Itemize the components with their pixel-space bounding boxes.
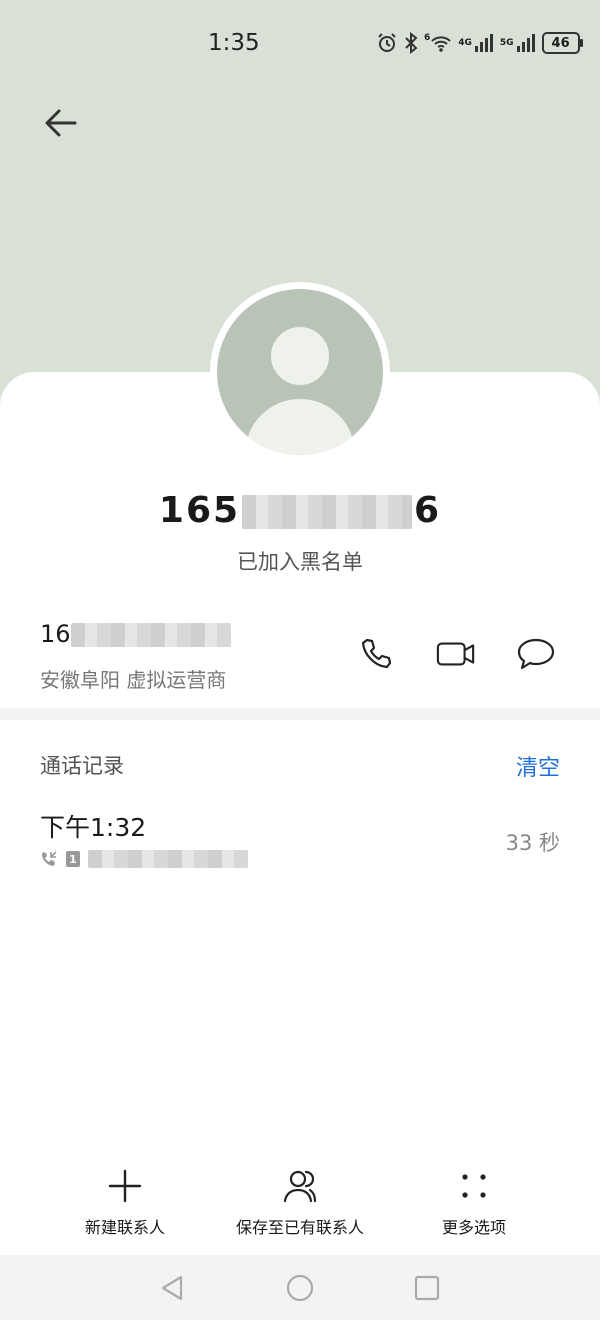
sim-badge: 1 <box>66 851 80 867</box>
phone-number-prefix: 16 <box>40 620 71 648</box>
bluetooth-icon <box>405 32 418 54</box>
clear-log-button[interactable]: 清空 <box>516 750 560 782</box>
call-log-entry-time: 下午1:32 <box>40 813 147 842</box>
wifi-group: 6 <box>424 33 452 53</box>
call-button[interactable] <box>356 634 396 674</box>
number-location: 安徽阜阳 虚拟运营商 <box>40 668 227 692</box>
person-icon <box>283 1170 317 1203</box>
call-log-entry-meta: 1 <box>40 850 248 868</box>
contact-name: 165 6 <box>0 490 600 531</box>
alarm-icon <box>378 33 396 52</box>
signal-icon <box>474 34 493 52</box>
back-button[interactable] <box>38 100 84 146</box>
more-options-button[interactable]: 更多选项 <box>424 1168 524 1238</box>
nav-back-button[interactable] <box>155 1271 189 1305</box>
blocked-status: 已加入黑名单 <box>237 550 363 574</box>
back-arrow-icon <box>45 109 77 137</box>
battery-indicator: 46 <box>541 32 583 54</box>
phone-number-row[interactable]: 16 安徽阜阳 虚拟运营商 <box>40 620 231 693</box>
call-log-title: 通话记录 <box>40 754 124 778</box>
contact-name-suffix: 6 <box>414 490 442 531</box>
signal-icon-2 <box>516 34 535 52</box>
status-bar: 1:35 6 4G 5G 46 <box>0 0 600 88</box>
call-duration: 33 秒 <box>505 831 560 855</box>
phone-number: 16 <box>40 620 231 648</box>
message-icon <box>517 638 555 670</box>
contact-actions <box>356 634 556 674</box>
net-4g-label: 4G <box>458 38 472 48</box>
phone-icon <box>361 638 392 669</box>
incoming-call-icon <box>42 851 57 866</box>
status-icons: 6 4G 5G 46 <box>376 32 583 54</box>
system-nav-bar <box>0 1255 600 1320</box>
net-5g-label: 5G <box>499 38 514 48</box>
new-contact-button[interactable]: 新建联系人 <box>75 1168 175 1238</box>
redacted-name <box>242 495 413 529</box>
nav-home-button[interactable] <box>283 1271 317 1305</box>
new-contact-label: 新建联系人 <box>84 1218 165 1237</box>
dots-icon <box>462 1174 486 1198</box>
avatar <box>210 282 390 462</box>
save-existing-label: 保存至已有联系人 <box>235 1218 364 1237</box>
contact-name-prefix: 165 <box>158 490 241 531</box>
circle-home-icon <box>286 1274 314 1302</box>
wifi-icon <box>431 36 451 52</box>
plus-icon <box>108 1169 142 1203</box>
square-recents-icon <box>414 1275 440 1301</box>
triangle-back-icon <box>161 1275 183 1301</box>
nav-recents-button[interactable] <box>410 1271 444 1305</box>
section-divider <box>0 708 600 720</box>
bottom-action-bar: 新建联系人 保存至已有联系人 更多选项 <box>0 1168 600 1248</box>
message-button[interactable] <box>516 634 556 674</box>
redacted-entry-number <box>88 850 248 868</box>
status-time: 1:35 <box>208 30 260 56</box>
more-options-label: 更多选项 <box>441 1218 506 1237</box>
video-call-icon <box>436 642 475 666</box>
save-existing-contact-button[interactable]: 保存至已有联系人 <box>220 1168 380 1238</box>
video-call-button[interactable] <box>436 634 476 674</box>
redacted-number <box>70 623 231 647</box>
